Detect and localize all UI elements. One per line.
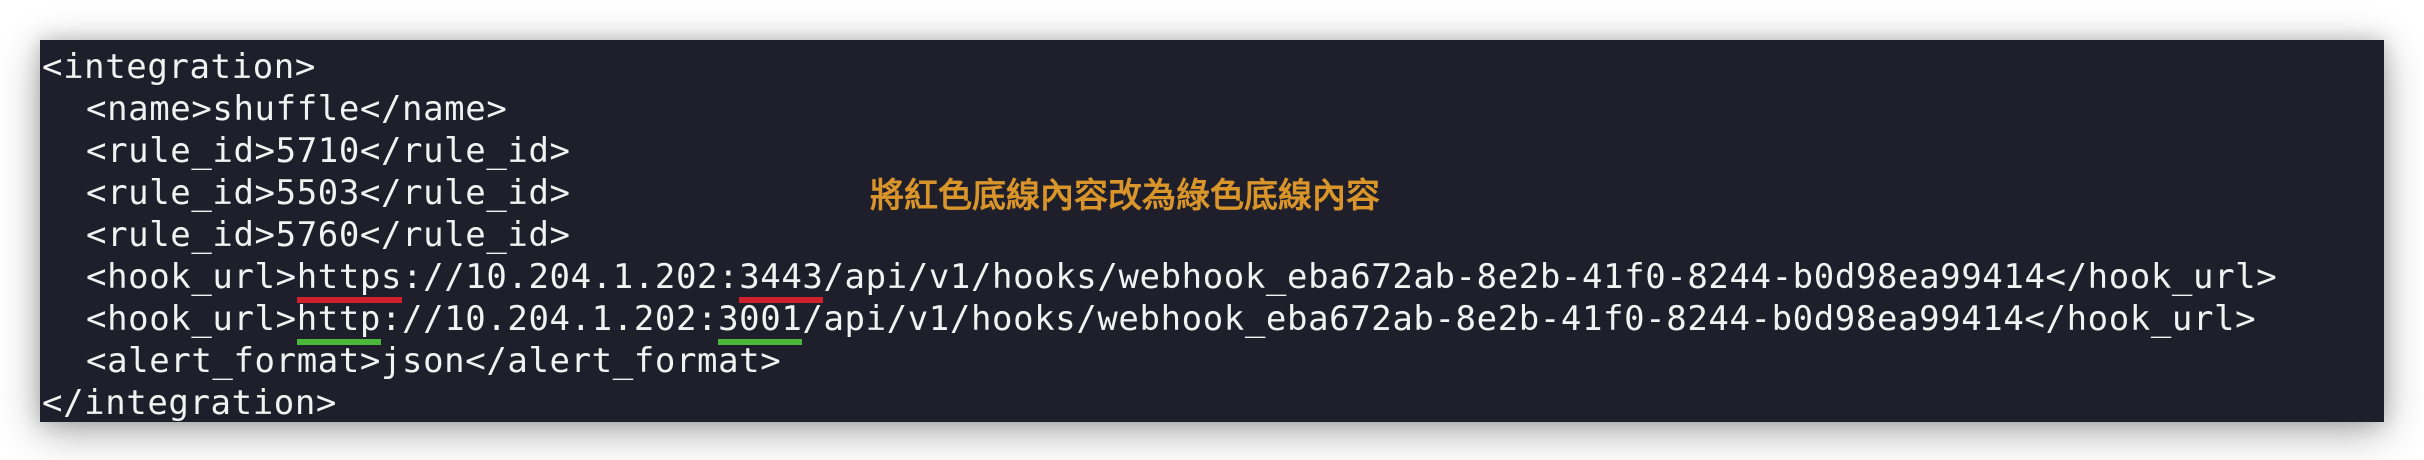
code-line-name: <name>shuffle</name> [42,88,2384,130]
scheme-red-underline: https [296,257,403,303]
code-text: <hook_url> [86,299,297,339]
annotation-note: 將紅色底線內容改為綠色底線內容 [870,176,1380,216]
code-text: </integration> [42,383,337,423]
port-green-underline: 3001 [718,299,803,345]
code-line-rule-id-5760: <rule_id>5760</rule_id> [42,214,2384,256]
code-text: /api/v1/hooks/webhook_eba672ab-8e2b-41f0… [823,257,2278,297]
code-text: /api/v1/hooks/webhook_eba672ab-8e2b-41f0… [802,299,2257,339]
code-text: <rule_id>5503</rule_id> [86,173,571,213]
code-line-hook-url-new: <hook_url>http://10.204.1.202:3001/api/v… [42,298,2384,345]
code-text: <hook_url> [86,257,297,297]
code-line-integration-open: <integration> [42,46,2384,88]
code-text: <name>shuffle</name> [86,89,508,129]
code-text: <integration> [42,47,316,87]
code-text: <rule_id>5710</rule_id> [86,131,571,171]
code-terminal: <integration> <name>shuffle</name> <rule… [40,40,2384,424]
code-line-integration-close: </integration> [42,382,2384,424]
code-text: <alert_format>json</alert_format> [86,341,782,381]
code-line-alert-format: <alert_format>json</alert_format> [42,340,2384,382]
port-red-underline: 3443 [739,257,824,303]
scheme-green-underline: http [296,299,381,345]
code-text: ://10.204.1.202: [380,299,719,339]
code-line-rule-id-5710: <rule_id>5710</rule_id> [42,130,2384,172]
code-line-hook-url-old: <hook_url>https://10.204.1.202:3443/api/… [42,256,2384,303]
code-text: ://10.204.1.202: [402,257,740,297]
code-text: <rule_id>5760</rule_id> [86,215,571,255]
